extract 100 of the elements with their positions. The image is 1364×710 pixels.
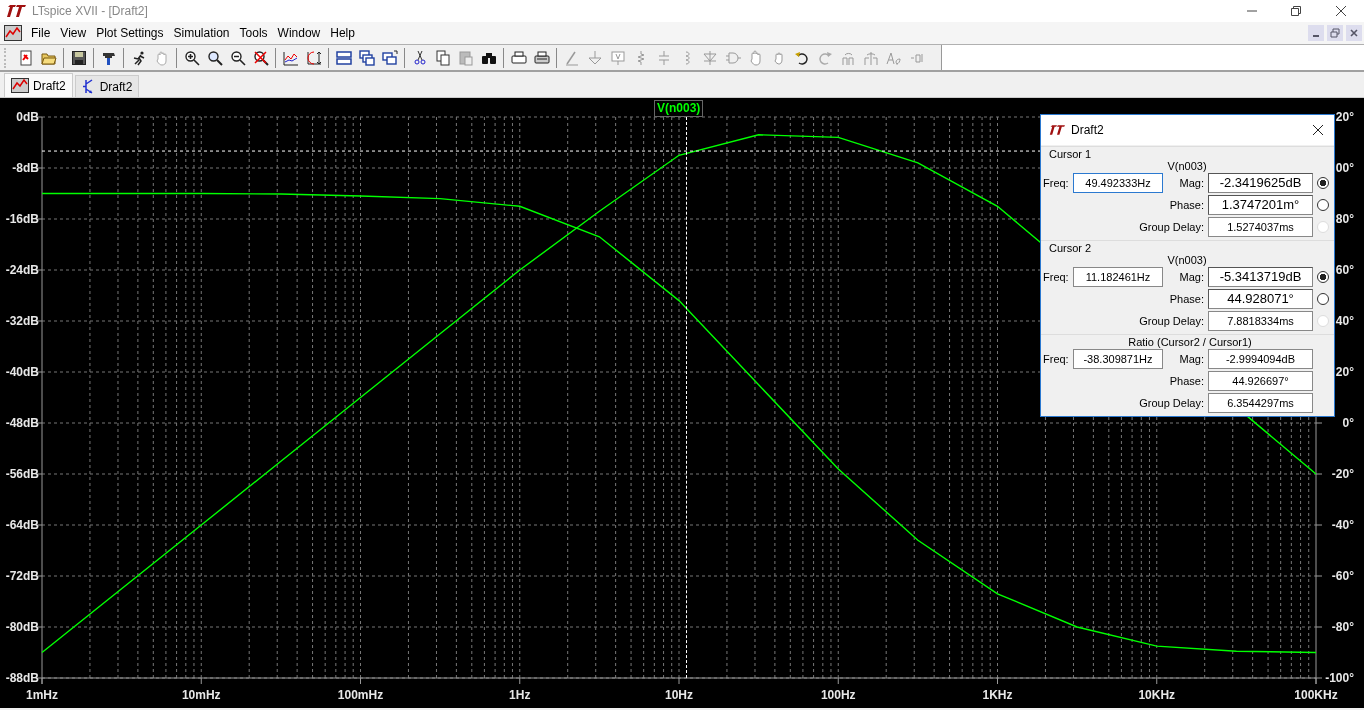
- arrange-windows-icon[interactable]: [381, 49, 398, 66]
- frequency-field[interactable]: 11.182461Hz: [1073, 267, 1163, 287]
- printer-icon[interactable]: [533, 49, 550, 66]
- restore-icon[interactable]: [1291, 6, 1301, 16]
- axis-tick-label: -80dB: [5, 620, 39, 634]
- axis-tick-label: -72dB: [5, 569, 39, 583]
- axis-tick-label: 0°: [1342, 416, 1354, 430]
- field-label: Mag:: [1178, 177, 1204, 189]
- axis-tick-label: -48dB: [5, 416, 39, 430]
- minimize-icon[interactable]: [1308, 25, 1324, 41]
- radio-button[interactable]: [1317, 177, 1329, 189]
- axis-tick-label: -40dB: [5, 365, 39, 379]
- waveform-icon: [11, 78, 29, 93]
- copy-icon[interactable]: [434, 49, 451, 66]
- autorange-icon[interactable]: [305, 49, 322, 66]
- menu-item[interactable]: View: [55, 26, 92, 40]
- field-label: Phase:: [1168, 375, 1204, 387]
- waveform-icon[interactable]: [4, 25, 22, 41]
- menu-item[interactable]: Tools: [234, 26, 273, 40]
- cascade-windows-icon[interactable]: [358, 49, 375, 66]
- field-label: Group Delay:: [1138, 397, 1204, 409]
- axis-tick-label: -64dB: [5, 518, 39, 532]
- axis-tick-label: -40°: [1331, 518, 1354, 532]
- value-field[interactable]: 1.3747201m°: [1208, 195, 1313, 215]
- axis-tick-label: 00°: [1335, 161, 1354, 175]
- value-field[interactable]: 6.3544297ms: [1208, 393, 1313, 413]
- field-label: Mag:: [1178, 271, 1204, 283]
- field-label: Mag:: [1178, 353, 1204, 365]
- axis-tick-label: 10mHz: [181, 688, 221, 702]
- menu-item[interactable]: Simulation: [168, 26, 235, 40]
- window-title: LTspice XVII - [Draft2]: [32, 4, 148, 18]
- undo-icon[interactable]: [793, 49, 810, 66]
- axis-tick-label: -16dB: [5, 212, 39, 226]
- field-label: Freq:: [1043, 271, 1069, 283]
- menu-item[interactable]: Help: [325, 26, 360, 40]
- group-heading: Ratio (Cursor2 / Cursor1): [1127, 336, 1253, 348]
- axis-tick-label: 100Hz: [820, 688, 856, 702]
- axis-tick-label: 100mHz: [337, 688, 384, 702]
- app-logo-icon: [6, 5, 26, 17]
- scissors-icon[interactable]: [411, 49, 428, 66]
- app-logo-icon: [1049, 125, 1065, 135]
- axis-tick-label: 1mHz: [26, 688, 58, 702]
- trace-name: V(n003): [1166, 160, 1208, 172]
- field-label: Freq:: [1043, 353, 1069, 365]
- dialog-title: Draft2: [1071, 123, 1104, 137]
- menu-item[interactable]: Plot Settings: [91, 26, 169, 40]
- value-field[interactable]: 44.926697°: [1208, 371, 1313, 391]
- zoom-icon[interactable]: [206, 49, 223, 66]
- field-label: Group Delay:: [1138, 315, 1204, 327]
- radio-button[interactable]: [1317, 271, 1329, 283]
- save-icon[interactable]: [70, 49, 87, 66]
- axis-tick-label: 40°: [1335, 314, 1354, 328]
- document-tab[interactable]: Draft2: [74, 75, 140, 97]
- radio-button[interactable]: [1317, 293, 1329, 305]
- value-field[interactable]: -2.3419625dB: [1208, 173, 1313, 193]
- axis-tick-label: -56dB: [5, 467, 39, 481]
- frequency-field[interactable]: 49.492333Hz: [1073, 173, 1163, 193]
- field-label: Phase:: [1168, 293, 1204, 305]
- axis-tick-label: 0dB: [16, 110, 39, 124]
- document-tab[interactable]: Draft2: [4, 73, 73, 97]
- axis-tick-label: 100KHz: [1294, 688, 1338, 702]
- trace-label[interactable]: V(n003): [654, 100, 704, 117]
- axis-tick-label: 1Hz: [509, 688, 531, 702]
- axis-tick-label: -32dB: [5, 314, 39, 328]
- tile-windows-icon[interactable]: [335, 49, 352, 66]
- cursor-line[interactable]: [686, 117, 687, 678]
- axis-tick-label: 80°: [1335, 212, 1354, 226]
- close-icon[interactable]: [1312, 124, 1324, 136]
- zoom-in-icon[interactable]: [183, 49, 200, 66]
- zoom-cancel-icon[interactable]: [252, 49, 269, 66]
- axis-tick-label: -80°: [1331, 620, 1354, 634]
- field-label: Freq:: [1043, 177, 1069, 189]
- waveform-icon[interactable]: [282, 49, 299, 66]
- axis-tick-label: 10KHz: [1138, 688, 1176, 702]
- axis-tick-label: -100°: [1325, 671, 1354, 685]
- frequency-field[interactable]: -38.309871Hz: [1073, 349, 1163, 369]
- value-field[interactable]: 44.928071°: [1208, 289, 1313, 309]
- axis-tick-label: 20°: [1335, 365, 1354, 379]
- value-field[interactable]: -2.9994094dB: [1208, 349, 1313, 369]
- menu-item[interactable]: File: [26, 26, 56, 40]
- axis-tick-label: -60°: [1331, 569, 1354, 583]
- axis-tick-label: -8dB: [12, 161, 39, 175]
- cursor-line[interactable]: [41, 150, 1041, 152]
- axis-tick-label: 60°: [1335, 263, 1354, 277]
- group-heading: Cursor 2: [1048, 242, 1093, 254]
- axis-tick-label: -88dB: [5, 671, 39, 685]
- radio-button[interactable]: [1317, 199, 1329, 211]
- menu-item[interactable]: Window: [272, 26, 326, 40]
- field-label: Group Delay:: [1138, 221, 1204, 233]
- axis-tick-label: -20°: [1331, 467, 1354, 481]
- close-icon[interactable]: [1335, 5, 1347, 17]
- axis-tick-label: 1KHz: [982, 688, 1013, 702]
- print-preview-icon[interactable]: [510, 49, 527, 66]
- new-file-icon[interactable]: [17, 49, 34, 66]
- field-label: Phase:: [1168, 199, 1204, 211]
- zoom-out-icon[interactable]: [229, 49, 246, 66]
- axis-tick-label: 10Hz: [665, 688, 693, 702]
- trace-name: V(n003): [1166, 254, 1208, 266]
- axis-tick-label: 20°: [1335, 110, 1354, 124]
- value-field[interactable]: -5.3413719dB: [1208, 267, 1313, 287]
